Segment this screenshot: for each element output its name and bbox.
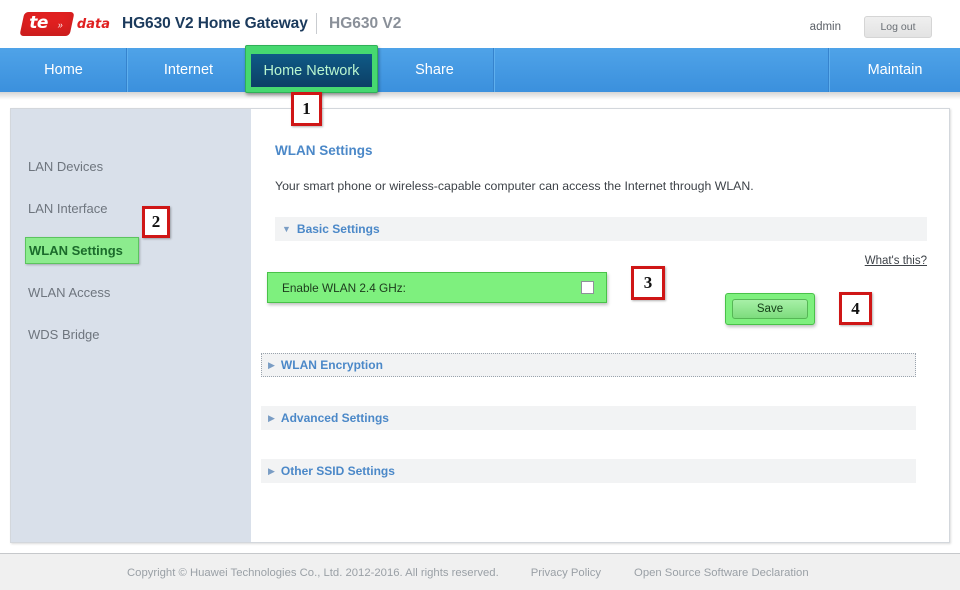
section-label-wlan-encryption: WLAN Encryption <box>280 358 383 372</box>
page-frame: te » data HG630 V2 Home Gateway HG630 V2… <box>0 0 960 554</box>
nav-item-internet[interactable]: Internet <box>128 48 250 92</box>
section-header-basic-settings[interactable]: ▼ Basic Settings <box>275 217 927 241</box>
nav-item-share[interactable]: Share <box>375 48 495 92</box>
logo-suffix-text: data <box>76 16 110 32</box>
logo-dots-icon: » <box>57 20 64 30</box>
nav-spacer <box>495 48 830 92</box>
privacy-policy-link[interactable]: Privacy Policy <box>531 567 601 579</box>
nav-item-maintain[interactable]: Maintain <box>830 48 960 92</box>
body-panel: LAN Devices LAN Interface WLAN Settings … <box>10 108 950 543</box>
section-label-advanced-settings: Advanced Settings <box>280 411 389 425</box>
section-header-advanced-settings[interactable]: ▶ Advanced Settings <box>261 406 916 430</box>
logo-mark-text: te <box>29 13 48 33</box>
enable-wlan-label: Enable WLAN 2.4 GHz: <box>282 280 406 295</box>
open-source-declaration-link[interactable]: Open Source Software Declaration <box>634 567 809 579</box>
callout-badge-3: 3 <box>631 266 665 300</box>
device-model-label: HG630 V2 <box>329 15 402 32</box>
chevron-right-icon: ▶ <box>268 465 275 476</box>
sidebar-item-wlan-settings[interactable]: WLAN Settings <box>25 237 139 264</box>
chevron-down-icon: ▼ <box>282 223 291 234</box>
page-footer: Copyright © Huawei Technologies Co., Ltd… <box>0 555 960 590</box>
section-label-basic-settings: Basic Settings <box>296 222 380 236</box>
sidebar: LAN Devices LAN Interface WLAN Settings … <box>11 109 251 542</box>
nav-item-home[interactable]: Home <box>0 48 128 92</box>
main-navigation: Home Internet Share Maintain <box>0 48 960 92</box>
section-header-other-ssid-settings[interactable]: ▶ Other SSID Settings <box>261 459 916 483</box>
whats-this-link[interactable]: What's this? <box>865 255 927 267</box>
chevron-right-icon: ▶ <box>268 412 275 423</box>
chevron-right-icon: ▶ <box>268 359 275 370</box>
header-divider <box>316 13 317 34</box>
sidebar-item-wlan-access[interactable]: WLAN Access <box>11 279 251 306</box>
whats-this-wrapper: What's this? <box>275 251 927 269</box>
nav-drop-shadow <box>0 92 960 100</box>
enable-wlan-row[interactable]: Enable WLAN 2.4 GHz: <box>267 272 607 303</box>
logout-button[interactable]: Log out <box>864 16 932 38</box>
current-user-label: admin <box>809 21 841 33</box>
sidebar-item-lan-devices[interactable]: LAN Devices <box>11 153 251 180</box>
copyright-text: Copyright © Huawei Technologies Co., Ltd… <box>127 566 499 579</box>
nav-active-highlight: Home Network <box>245 45 378 93</box>
callout-badge-4: 4 <box>839 292 872 325</box>
enable-wlan-checkbox[interactable] <box>581 281 594 294</box>
content-area: WLAN Settings Your smart phone or wirele… <box>251 109 949 542</box>
callout-badge-1: 1 <box>291 92 322 126</box>
save-button[interactable]: Save <box>732 299 808 319</box>
page-title: HG630 V2 Home Gateway <box>122 15 308 32</box>
logo-mark-icon: te » <box>19 12 75 36</box>
nav-item-home-network-active[interactable]: Home Network <box>251 54 372 87</box>
content-heading: WLAN Settings <box>275 143 373 158</box>
save-button-highlight: Save <box>725 293 815 325</box>
callout-badge-2: 2 <box>142 206 170 238</box>
sidebar-item-wds-bridge[interactable]: WDS Bridge <box>11 321 251 348</box>
section-header-wlan-encryption[interactable]: ▶ WLAN Encryption <box>261 353 916 377</box>
sidebar-item-lan-interface[interactable]: LAN Interface <box>11 195 251 222</box>
router-admin-page: te » data HG630 V2 Home Gateway HG630 V2… <box>0 0 960 590</box>
section-label-other-ssid-settings: Other SSID Settings <box>280 464 395 478</box>
content-description: Your smart phone or wireless-capable com… <box>275 179 754 193</box>
te-data-logo: te » data <box>19 11 110 37</box>
page-header: te » data HG630 V2 Home Gateway HG630 V2… <box>0 0 960 48</box>
